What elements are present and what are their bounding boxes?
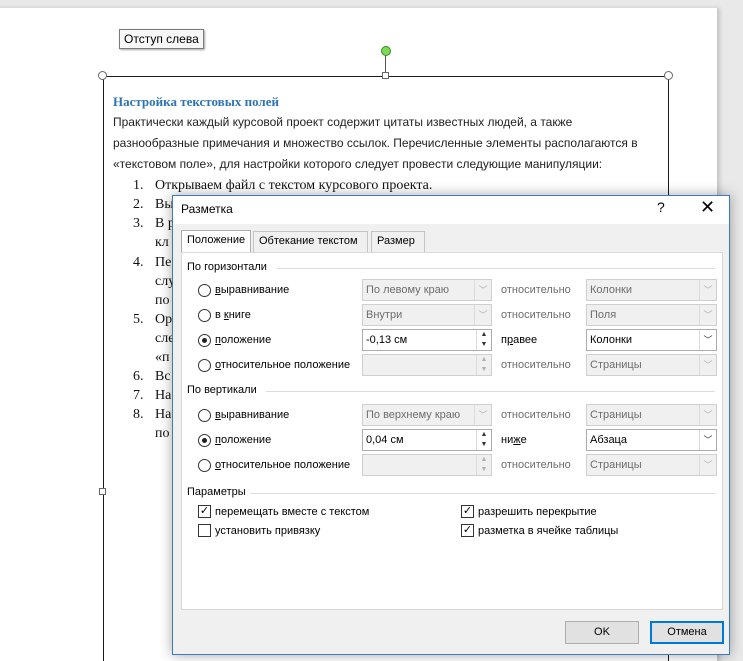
v-relative-input[interactable]: ▲ ▼	[362, 454, 492, 476]
h-book-select[interactable]: Внутри ﹀	[362, 304, 492, 326]
list-item: «п	[155, 350, 170, 365]
help-button[interactable]: ?	[657, 199, 665, 215]
resize-handle-top[interactable]	[382, 72, 389, 79]
resize-handle-left[interactable]	[99, 488, 106, 495]
h-relative-radio[interactable]	[198, 359, 211, 372]
h-book-radio[interactable]	[198, 309, 211, 322]
chevron-down-icon: ﹀	[699, 280, 716, 300]
list-item: 8. На	[133, 407, 172, 422]
chevron-down-icon: ﹀	[699, 330, 716, 350]
v-relative-rel-label: относительно	[501, 459, 571, 471]
chevron-down-icon: ﹀	[474, 305, 491, 325]
paragraph-line: разнообразные примечания и множество ссы…	[113, 136, 638, 150]
vertical-section-label: По вертикали	[187, 384, 257, 396]
h-relative-input[interactable]: ▲ ▼	[362, 354, 492, 376]
v-position-spinner[interactable]: ▲ ▼	[476, 430, 491, 450]
resize-handle-top-left[interactable]	[98, 71, 107, 80]
v-relative-relto-select[interactable]: Страницы ﹀	[586, 454, 717, 476]
params-section-label: Параметры	[187, 486, 246, 498]
layout-dialog: Разметка ? ✕ Положение Обтекание текстом…	[172, 195, 730, 655]
list-item: 6. Вс	[133, 369, 171, 384]
h-position-input[interactable]: -0,13 см ▲ ▼	[362, 329, 492, 351]
section-divider	[250, 493, 715, 494]
chevron-down-icon: ﹀	[699, 305, 716, 325]
allow-overlap-label: разрешить перекрытие	[478, 506, 597, 518]
move-with-text-label: перемещать вместе с текстом	[215, 506, 370, 518]
position-panel: По горизонтали выравнивание По левому кр…	[181, 252, 723, 610]
list-item: 5. Ор	[133, 312, 173, 327]
h-position-spinner[interactable]: ▲ ▼	[476, 330, 491, 350]
horizontal-section-label: По горизонтали	[187, 261, 267, 273]
cancel-button[interactable]: Отмена	[650, 621, 724, 644]
list-item: кл	[155, 235, 169, 250]
list-item: по	[155, 426, 170, 441]
h-relative-relto-select[interactable]: Страницы ﹀	[586, 354, 717, 376]
v-position-label: положение	[215, 434, 272, 446]
chevron-down-icon: ﹀	[699, 355, 716, 375]
layout-in-table-cell-label: разметка в ячейке таблицы	[478, 525, 619, 537]
list-item: слу	[155, 274, 176, 289]
lock-anchor-checkbox[interactable]	[198, 524, 211, 537]
ok-button[interactable]: OK	[565, 621, 639, 644]
text-box-content: Настройка текстовых полей Практически ка…	[113, 92, 653, 175]
h-alignment-label: выравнивание	[215, 284, 290, 296]
v-alignment-relto-select[interactable]: Страницы ﹀	[586, 404, 717, 426]
h-relative-label: относительное положение	[215, 359, 351, 371]
v-position-rel-label: ниже	[501, 434, 527, 446]
section-divider	[266, 391, 715, 392]
chevron-down-icon: ﹀	[474, 405, 491, 425]
chevron-down-icon: ﹀	[699, 430, 716, 450]
h-position-label: положение	[215, 334, 272, 346]
rotation-handle[interactable]	[381, 46, 391, 56]
list-item: 1. Открываем файл с текстом курсового про…	[133, 178, 433, 193]
v-alignment-select[interactable]: По верхнему краю ﹀	[362, 404, 492, 426]
v-relative-spinner[interactable]: ▲ ▼	[476, 455, 491, 475]
paragraph-line: Практически каждый курсовой проект содер…	[113, 115, 573, 129]
list-item: 7. На	[133, 388, 172, 403]
tab-size[interactable]: Размер	[371, 231, 425, 252]
h-relative-spinner[interactable]: ▲ ▼	[476, 355, 491, 375]
section-heading: Настройка текстовых полей	[113, 94, 279, 109]
v-relative-label: относительное положение	[215, 459, 351, 471]
v-position-relto-select[interactable]: Абзаца ﹀	[586, 429, 717, 451]
section-divider	[277, 268, 715, 269]
h-alignment-select[interactable]: По левому краю ﹀	[362, 279, 492, 301]
h-position-rel-label: правее	[501, 334, 538, 346]
dialog-titlebar[interactable]: Разметка ? ✕	[173, 196, 729, 224]
close-icon[interactable]: ✕	[700, 197, 715, 218]
layout-in-table-cell-checkbox[interactable]: ✓	[461, 524, 474, 537]
h-alignment-rel-label: относительно	[501, 284, 571, 296]
lock-anchor-label: установить привязку	[215, 525, 321, 537]
h-position-radio[interactable]	[198, 334, 211, 347]
list-item: 3. В р	[133, 216, 175, 231]
resize-handle-top-right[interactable]	[664, 71, 673, 80]
v-relative-radio[interactable]	[198, 459, 211, 472]
h-alignment-radio[interactable]	[198, 284, 211, 297]
list-item: 2. Вы	[133, 197, 174, 212]
v-alignment-radio[interactable]	[198, 409, 211, 422]
h-book-label: в книге	[215, 309, 251, 321]
h-book-relto-select[interactable]: Поля ﹀	[586, 304, 717, 326]
tab-position[interactable]: Положение	[181, 230, 251, 253]
v-position-input[interactable]: 0,04 см ▲ ▼	[362, 429, 492, 451]
chevron-down-icon: ﹀	[699, 405, 716, 425]
tab-text-wrapping[interactable]: Обтекание текстом	[253, 231, 368, 252]
h-position-relto-select[interactable]: Колонки ﹀	[586, 329, 717, 351]
list-item: 4. Пе	[133, 255, 172, 270]
h-relative-rel-label: относительно	[501, 359, 571, 371]
list-item: по	[155, 293, 170, 308]
chevron-down-icon: ﹀	[699, 455, 716, 475]
h-alignment-relto-select[interactable]: Колонки ﹀	[586, 279, 717, 301]
list-item: сле	[155, 331, 175, 346]
move-with-text-checkbox[interactable]: ✓	[198, 505, 211, 518]
h-book-rel-label: относительно	[501, 309, 571, 321]
paragraph-line: «текстовом поле», для настройки которого…	[113, 157, 603, 171]
dialog-title: Разметка	[181, 202, 233, 216]
v-position-radio[interactable]	[198, 434, 211, 447]
indent-tooltip: Отступ слева	[119, 29, 204, 49]
v-alignment-label: выравнивание	[215, 409, 290, 421]
chevron-down-icon: ﹀	[474, 280, 491, 300]
allow-overlap-checkbox[interactable]: ✓	[461, 505, 474, 518]
v-alignment-rel-label: относительно	[501, 409, 571, 421]
